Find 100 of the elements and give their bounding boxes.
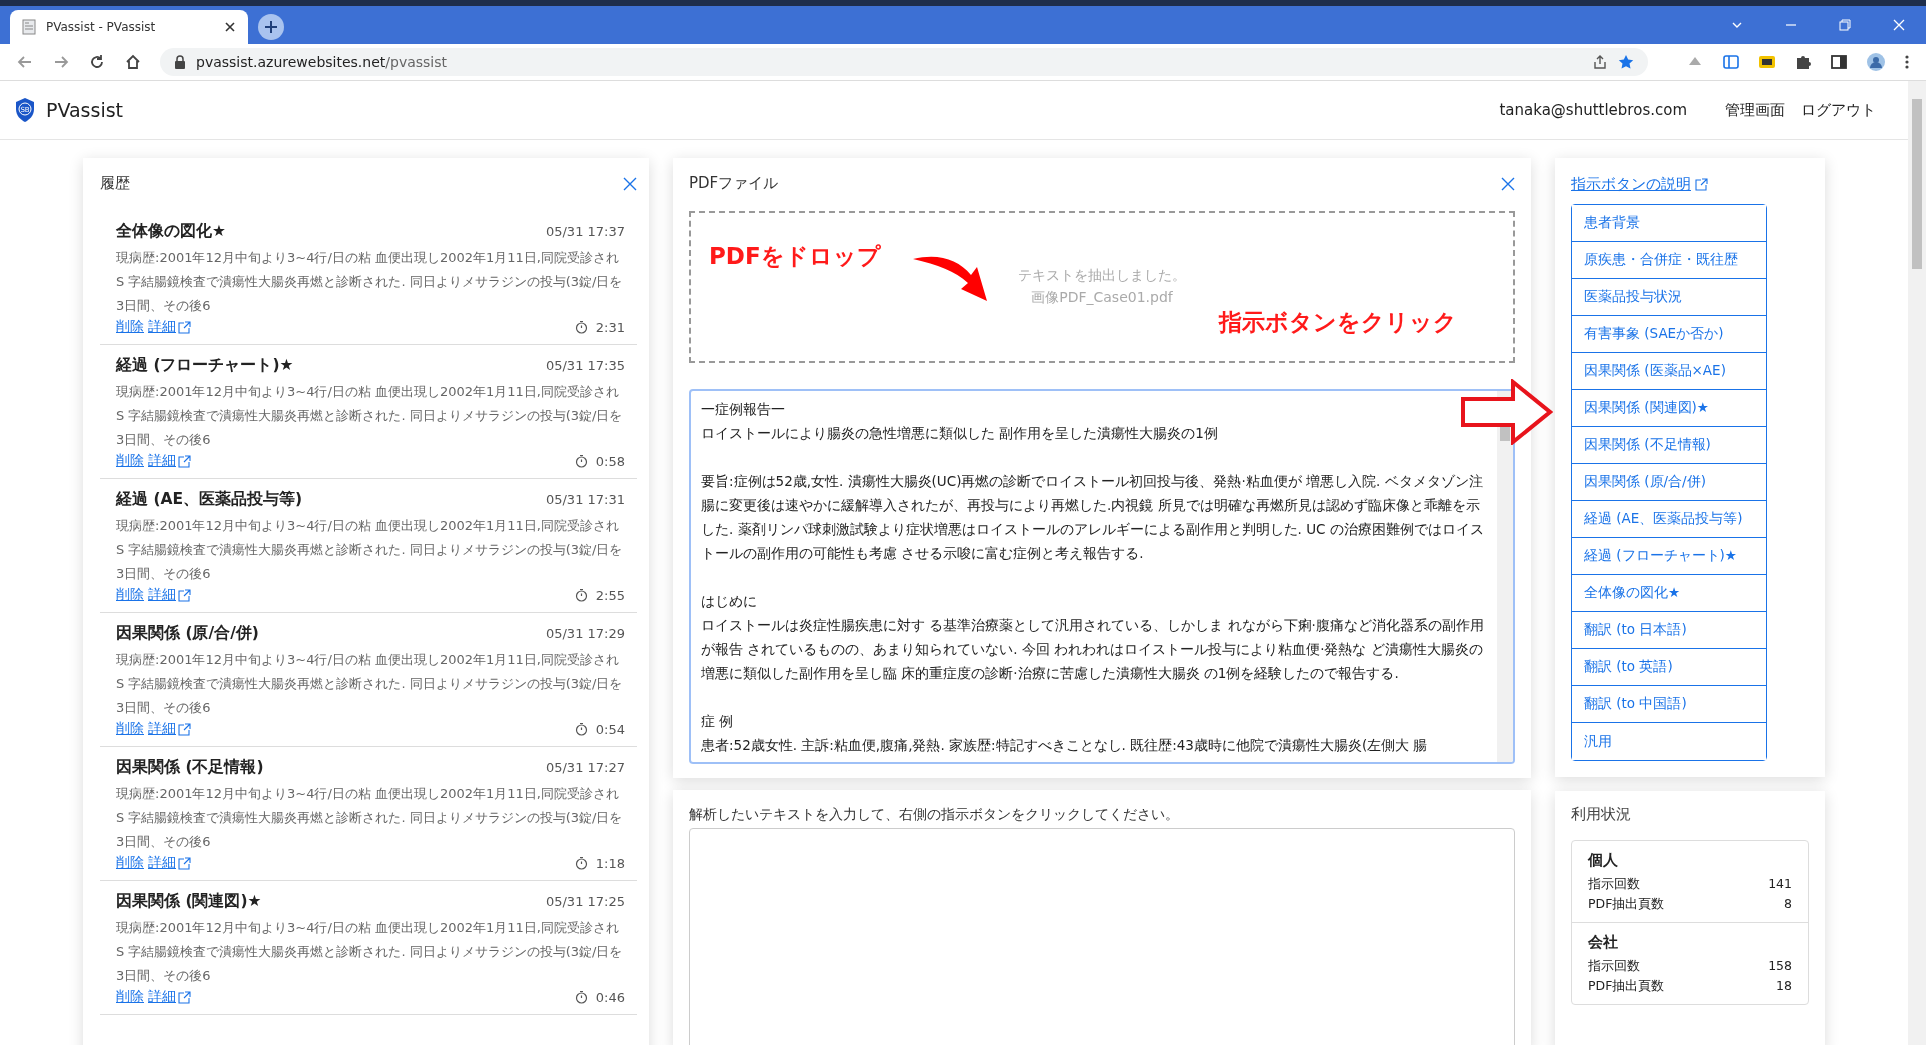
duration: 2:31 — [595, 319, 625, 335]
reload-icon[interactable] — [88, 53, 106, 71]
panel-title: 履歴 — [100, 174, 130, 193]
history-title[interactable]: 因果関係 (原/合/併) — [116, 623, 259, 644]
puzzle-icon[interactable] — [1794, 53, 1812, 71]
stopwatch-icon — [574, 454, 588, 468]
history-time: 05/31 17:29 — [545, 626, 625, 641]
external-link-icon — [178, 990, 191, 1004]
extension-icon[interactable] — [1758, 53, 1776, 71]
history-time: 05/31 17:27 — [545, 760, 625, 775]
external-link-icon — [178, 856, 191, 870]
history-excerpt: 現病歴:2001年12月中旬より3~4行/日の粘 血便出現し2002年1月11日,同院受診され S 字結腸鏡検査で潰瘍性大腸炎再燃と診断された. 同日よりメサラジンの投与(3錠/日を3日間、その後6 — [116, 919, 624, 985]
nav-link[interactable]: 管理画面 — [1725, 100, 1785, 120]
history-time: 05/31 17:37 — [545, 224, 625, 239]
history-link[interactable]: 詳細 — [148, 452, 191, 470]
external-link-icon — [178, 320, 191, 334]
history-link[interactable]: 削除 — [116, 318, 144, 336]
scrollbar[interactable] — [1908, 81, 1926, 1045]
history-time: 05/31 17:25 — [545, 894, 625, 909]
history-excerpt: 現病歴:2001年12月中旬より3~4行/日の粘 血便出現し2002年1月11日,同院受診され S 字結腸鏡検査で潰瘍性大腸炎再燃と診断された. 同日よりメサラジンの投与(3錠/日を3日間、その後6 — [116, 517, 624, 583]
duration: 0:54 — [595, 721, 625, 737]
history-link[interactable]: 詳細 — [148, 318, 191, 336]
history-link[interactable]: 詳細 — [148, 720, 191, 738]
external-link-icon — [178, 588, 191, 602]
lock-icon — [174, 55, 186, 69]
panel-title: PDFファイル — [689, 174, 779, 193]
page-icon — [22, 19, 36, 35]
usage-group-title: 会社 — [1588, 933, 1619, 952]
restore-icon[interactable] — [1838, 18, 1852, 32]
close-icon[interactable] — [224, 21, 236, 33]
app-name[interactable]: PVassist — [46, 99, 124, 121]
scrollbar[interactable] — [1497, 391, 1513, 762]
avatar-icon[interactable] — [1866, 52, 1886, 72]
history-title[interactable]: 経過 (AE、医薬品投与等) — [116, 489, 303, 510]
external-link-icon — [1695, 178, 1708, 191]
user-email: tanaka@shuttlebros.com — [1499, 101, 1687, 119]
duration: 0:46 — [595, 989, 625, 1005]
text-line: 一症例報告一 — [701, 400, 786, 419]
sidebar-icon[interactable] — [1830, 53, 1848, 71]
duration: 2:55 — [595, 587, 625, 603]
stopwatch-icon — [574, 856, 588, 870]
history-time: 05/31 17:31 — [545, 492, 625, 507]
annotation-text: PDFをドロップ — [709, 242, 881, 271]
home-icon[interactable] — [124, 53, 142, 71]
address-field[interactable]: pvassist.azurewebsites.net/pvassist — [160, 48, 1648, 76]
text-line: ロイストールにより腸炎の急性増悪に類似した 副作用を呈した潰瘍性大腸炎の1例 — [701, 424, 1219, 443]
text-line: 要旨:症例は52歳,女性. 潰瘍性大腸炎(UC)再燃の診断でロイストール初回投与後、発熱·粘血便が 増悪し入院. ベタメタゾン注腸に変更後は速やかに緩解導入されたが、再投与により再燃した.内視鏡 所見では明確な再燃所見は認めず臨床像と乖離を示した. 薬剤リンパ球刺激試験より症状増悪はロイストールのアレルギーによる副作用と判明した. UC の治療困難例ではロイストールの副作用の可能性も考慮 させる示唆に富む症例と考え報告する. — [701, 472, 1485, 563]
browser-tab[interactable]: PVassist - PVassist — [10, 10, 248, 44]
text-line: 症 例 — [701, 712, 735, 731]
duration: 1:18 — [595, 855, 625, 871]
menu-icon[interactable] — [1904, 54, 1910, 70]
history-title[interactable]: 全体像の図化★ — [116, 221, 226, 242]
history-link[interactable]: 削除 — [116, 452, 144, 470]
duration: 0:58 — [595, 453, 625, 469]
text-line: ロイストールは炎症性腸疾患に対す る基準治療薬として汎用されている、しかしま れながら下痢·腹痛など消化器系の副作用が報告 されているものの、あまり知られていない. 今回 われわれはロイストール投与により粘血便·発熱な ど潰瘍性大腸炎の増悪に類似した副作用を呈し臨 床的重症度の診断·治療に苦慮した潰瘍性大腸炎 の1例を経験したので報告する. — [701, 616, 1485, 683]
star-icon[interactable] — [1618, 54, 1634, 70]
stopwatch-icon — [574, 588, 588, 602]
stopwatch-icon — [574, 320, 588, 334]
usage-label: 指示回数 — [1588, 957, 1640, 975]
external-link-icon — [178, 454, 191, 468]
drop-status: テキストを抽出しました。 — [1018, 267, 1186, 285]
usage-value: 158 — [1768, 957, 1792, 975]
history-link[interactable]: 詳細 — [148, 586, 191, 604]
history-link[interactable]: 削除 — [116, 988, 144, 1006]
usage-label: PDF抽出頁数 — [1588, 895, 1665, 913]
input-field[interactable] — [689, 828, 1515, 1045]
help-link[interactable]: 指示ボタンの説明 — [1571, 175, 1708, 194]
stopwatch-icon — [574, 722, 588, 736]
usage-value: 18 — [1776, 977, 1792, 995]
history-excerpt: 現病歴:2001年12月中旬より3~4行/日の粘 血便出現し2002年1月11日,同院受診され S 字結腸鏡検査で潰瘍性大腸炎再燃と診断された. 同日よりメサラジンの投与(3錠/日を3日間、その後6 — [116, 249, 624, 315]
history-title[interactable]: 因果関係 (関連図)★ — [116, 891, 262, 912]
usage-value: 141 — [1768, 875, 1792, 893]
history-excerpt: 現病歴:2001年12月中旬より3~4行/日の粘 血便出現し2002年1月11日,同院受診され S 字結腸鏡検査で潰瘍性大腸炎再燃と診断された. 同日よりメサラジンの投与(3錠/日を3日間、その後6 — [116, 785, 624, 851]
text-line: はじめに — [701, 592, 758, 611]
usage-group-title: 個人 — [1588, 851, 1619, 870]
external-link-icon — [178, 722, 191, 736]
history-excerpt: 現病歴:2001年12月中旬より3~4行/日の粘 血便出現し2002年1月11日,同院受診され S 字結腸鏡検査で潰瘍性大腸炎再燃と診断された. 同日よりメサラジンの投与(3錠/日を3日間、その後6 — [116, 383, 624, 449]
annotation-text: 指示ボタンをクリック — [1219, 308, 1457, 337]
usage-label: 指示回数 — [1588, 875, 1640, 893]
new-tab-icon[interactable] — [258, 14, 284, 40]
usage-label: PDF抽出頁数 — [1588, 977, 1665, 995]
input-label: 解析したいテキストを入力して、右側の指示ボタンをクリックしてください。 — [689, 806, 1180, 824]
history-title[interactable]: 因果関係 (不足情報) — [116, 757, 264, 778]
share-icon[interactable] — [1592, 54, 1608, 70]
stopwatch-icon — [574, 990, 588, 1004]
history-excerpt: 現病歴:2001年12月中旬より3~4行/日の粘 血便出現し2002年1月11日,同院受診され S 字結腸鏡検査で潰瘍性大腸炎再燃と診断された. 同日よりメサラジンの投与(3錠/日を3日間、その後6 — [116, 651, 624, 717]
panel-title: 利用状況 — [1571, 805, 1632, 824]
history-title[interactable]: 経過 (フローチャート)★ — [116, 355, 294, 376]
history-link[interactable]: 詳細 — [148, 854, 191, 872]
drop-zone[interactable]: テキストを抽出しました。 画像PDF_Case01.pdf PDFをドロップ 指示ボタンをクリック — [689, 211, 1515, 363]
file-name: 画像PDF_Case01.pdf — [1031, 289, 1173, 307]
nav-link[interactable]: ログアウト — [1801, 100, 1876, 120]
usage-value: 8 — [1784, 895, 1792, 913]
history-link[interactable]: 詳細 — [148, 988, 191, 1006]
history-link[interactable]: 削除 — [116, 720, 144, 738]
text-area[interactable] — [689, 389, 1515, 764]
history-link[interactable]: 削除 — [116, 586, 144, 604]
instruction-button[interactable]: 患者背景 — [1572, 205, 1766, 242]
history-link[interactable]: 削除 — [116, 854, 144, 872]
history-time: 05/31 17:35 — [545, 358, 625, 373]
